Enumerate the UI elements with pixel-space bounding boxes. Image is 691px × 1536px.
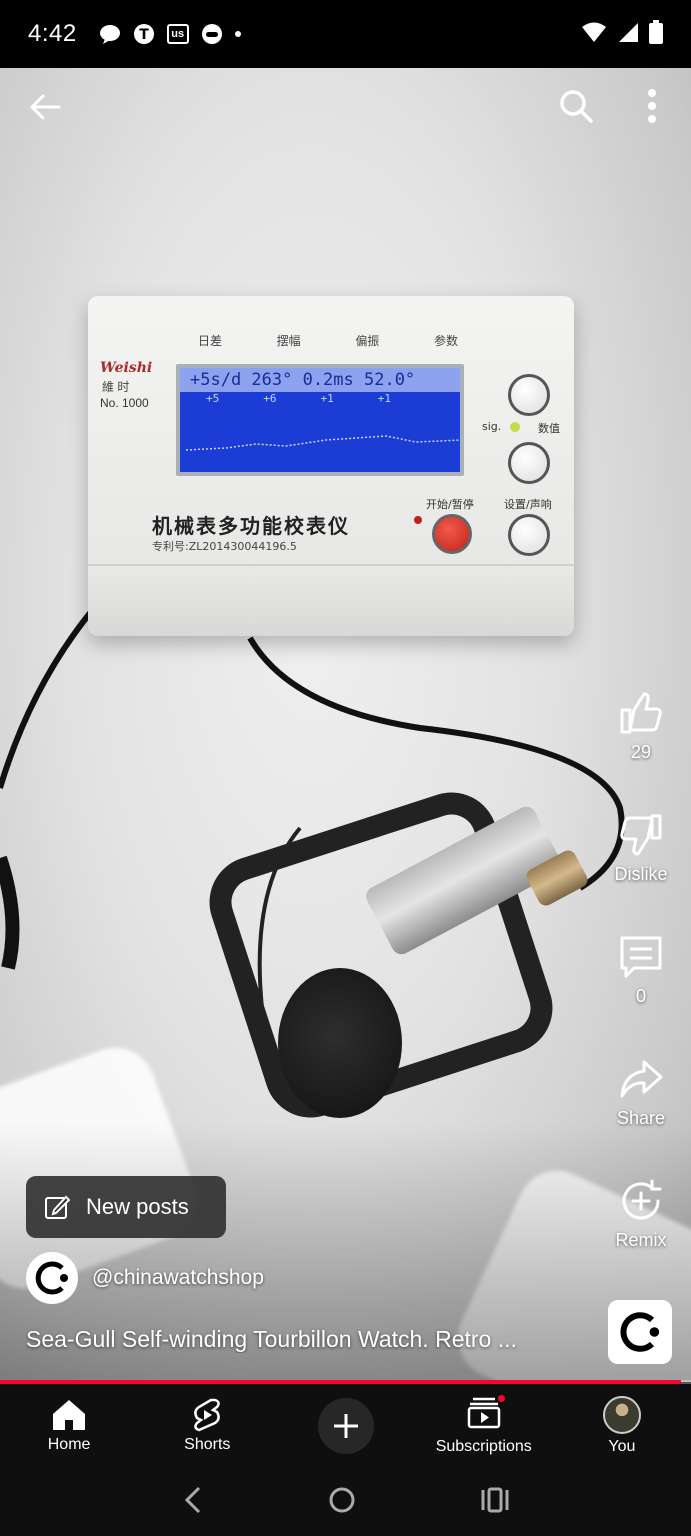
sensor-body <box>278 968 402 1118</box>
chat-bubble-icon <box>99 23 121 45</box>
notification-icons: T us <box>99 23 241 45</box>
device-brand: Weishi <box>100 360 153 376</box>
settings-button <box>508 514 550 556</box>
nav-shorts-label: Shorts <box>184 1436 231 1453</box>
battery-icon <box>649 19 663 49</box>
recents-icon <box>481 1487 509 1512</box>
system-status <box>581 19 663 49</box>
remix-label: Remix <box>615 1230 667 1250</box>
sound-logo-icon <box>620 1312 660 1352</box>
dislike-label: Dislike <box>614 864 668 884</box>
wifi-icon <box>581 21 607 48</box>
comment-icon <box>620 936 662 978</box>
chevron-left-icon <box>185 1486 201 1513</box>
svg-text:T: T <box>139 27 149 43</box>
shorts-icon <box>194 1398 221 1432</box>
like-count: 29 <box>630 742 652 762</box>
circle-home-icon <box>329 1487 355 1512</box>
create-button[interactable] <box>317 1398 374 1454</box>
more-options-button[interactable] <box>632 84 672 128</box>
power-led <box>414 516 422 524</box>
share-icon <box>620 1060 663 1098</box>
lcd-trace <box>186 435 460 451</box>
like-button[interactable]: 29 <box>591 690 691 763</box>
nav-you-label: You <box>608 1438 636 1455</box>
back-button[interactable] <box>24 86 66 128</box>
remix-icon <box>622 1179 662 1220</box>
game-controller-icon <box>201 23 223 45</box>
settings-sound-label: 设置/声响 <box>504 498 552 511</box>
create-icon <box>333 1414 358 1438</box>
nav-subscriptions[interactable]: Subscriptions <box>415 1384 553 1468</box>
back-arrow-icon <box>30 94 61 120</box>
up-button <box>508 374 550 416</box>
lcd-subrow: +5 +6 +1 +1 <box>206 392 391 405</box>
value-label: 数值 <box>538 422 560 435</box>
sound-thumbnail[interactable] <box>608 1300 672 1364</box>
channel-handle[interactable]: @chinawatchshop <box>92 1266 264 1290</box>
subscriptions-icon <box>467 1397 500 1428</box>
nav-shorts[interactable]: Shorts <box>138 1384 276 1468</box>
nav-subscriptions-label: Subscriptions <box>435 1437 532 1455</box>
nav-home-label: Home <box>47 1436 91 1453</box>
nav-you[interactable]: You <box>553 1384 691 1468</box>
video-title[interactable]: Sea-Gull Self-winding Tourbillon Watch. … <box>26 1326 586 1353</box>
avatar <box>602 1396 641 1434</box>
lcd-screen: +5s/d 263° 0.2ms 52.0° +5 +6 +1 +1 <box>176 364 464 476</box>
home-icon <box>53 1400 86 1430</box>
system-navigation <box>0 1468 691 1536</box>
device-brand-cn: 維 时 <box>102 380 130 394</box>
sig-label: sig. <box>482 420 502 433</box>
more-notifications-dot <box>234 31 241 37</box>
status-time: 4:42 <box>28 20 77 47</box>
more-vert-icon <box>648 89 656 123</box>
thumbs-up-icon <box>620 692 662 734</box>
device-patent: 专利号:ZL201430044196.5 <box>152 540 297 553</box>
nav-create[interactable] <box>276 1384 414 1468</box>
start-pause-button <box>432 514 472 554</box>
lcd-readout: +5s/d 263° 0.2ms 52.0° <box>180 368 460 392</box>
down-button <box>508 442 550 484</box>
remix-button[interactable]: Remix <box>591 1178 691 1251</box>
system-recents-button[interactable] <box>480 1486 510 1519</box>
system-home-button[interactable] <box>327 1485 357 1520</box>
new-content-badge <box>495 1392 507 1404</box>
channel-info[interactable]: @chinawatchshop <box>26 1252 264 1304</box>
search-button[interactable] <box>554 84 598 128</box>
subscriptions-icon-wrap <box>467 1392 507 1434</box>
comments-count: 0 <box>635 986 646 1006</box>
signal-icon <box>617 21 639 48</box>
device-title: 机械表多功能校表仪 <box>152 514 350 538</box>
channel-logo-icon <box>35 1261 68 1295</box>
system-back-button[interactable] <box>181 1485 205 1520</box>
new-posts-label: New posts <box>86 1194 189 1219</box>
dislike-button[interactable]: Dislike <box>591 812 691 885</box>
player-top-bar <box>0 68 691 148</box>
status-bar: 4:42 T us <box>0 0 691 68</box>
channel-avatar[interactable] <box>26 1252 78 1304</box>
share-button[interactable]: Share <box>591 1056 691 1129</box>
carrier-icon: T <box>133 23 155 45</box>
search-icon <box>560 90 593 123</box>
us-news-icon: us <box>166 24 189 44</box>
label-amplitude: 摆幅 <box>276 334 301 348</box>
start-pause-label: 开始/暂停 <box>426 498 474 511</box>
new-posts-chip[interactable]: New posts <box>26 1176 226 1238</box>
device-column-labels: 日差 摆幅 偏振 参数 <box>198 332 458 349</box>
label-params: 参数 <box>433 334 458 348</box>
label-rate: 日差 <box>198 334 223 348</box>
share-label: Share <box>616 1108 666 1128</box>
bottom-navigation: Home Shorts Subscriptions You <box>0 1384 691 1468</box>
thumbs-down-icon <box>620 814 662 856</box>
label-beat-error: 偏振 <box>355 334 380 348</box>
signal-led <box>510 422 520 432</box>
device-base <box>88 564 574 636</box>
timegrapher-device: 日差 摆幅 偏振 参数 Weishi 維 时 No. 1000 +5s/d 26… <box>88 296 574 636</box>
nav-home[interactable]: Home <box>0 1384 138 1468</box>
comments-button[interactable]: 0 <box>591 934 691 1007</box>
device-model: No. 1000 <box>100 396 149 410</box>
edit-icon <box>45 1195 70 1219</box>
